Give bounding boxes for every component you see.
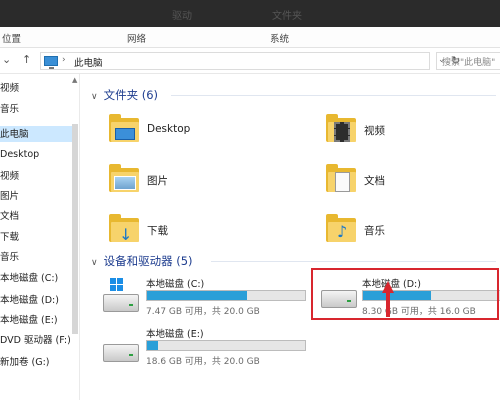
folder-pictures[interactable]: 图片 xyxy=(109,164,219,204)
drive-usage-bar xyxy=(146,290,306,301)
downloads-folder-icon: ↓ xyxy=(109,214,141,243)
sidebar-item-pictures[interactable]: 图片 xyxy=(0,188,72,204)
sidebar-item-videos[interactable]: 视频 xyxy=(0,80,72,96)
folder-label: Desktop xyxy=(147,123,191,135)
sidebar-item-drive-c[interactable]: 本地磁盘 (C:) xyxy=(0,270,72,286)
drive-usage-bar xyxy=(146,340,306,351)
search-input[interactable]: 搜索"此电脑" xyxy=(436,52,500,70)
drive-free-space: 7.47 GB 可用，共 20.0 GB xyxy=(146,307,260,317)
drive-name: 本地磁盘 (C:) xyxy=(146,279,205,290)
title-right: 文件夹 xyxy=(272,11,302,22)
sidebar-item-documents[interactable]: 文档 xyxy=(0,208,72,224)
documents-folder-icon xyxy=(326,164,358,192)
section-divider xyxy=(211,261,496,262)
collapse-chevron-icon[interactable]: ∨ xyxy=(91,92,98,102)
sidebar-item-music-2[interactable]: 音乐 xyxy=(0,249,72,265)
dropdown-icon[interactable]: ⌄ xyxy=(2,53,11,66)
sidebar-item-drive-e[interactable]: 本地磁盘 (E:) xyxy=(0,312,72,328)
music-folder-icon: ♪ xyxy=(326,214,358,242)
address-field[interactable]: › 此电脑 ⌄ ↻ xyxy=(40,52,460,70)
content-pane: ∨ 文件夹 (6) Desktop 视频 图片 文档 ↓ 下载 ♪ 音乐 ∨ 设… xyxy=(81,74,500,400)
folders-section-title: 文件夹 (6) xyxy=(103,88,159,102)
folder-music[interactable]: ♪ 音乐 xyxy=(326,214,436,254)
drive-c[interactable]: 本地磁盘 (C:) 7.47 GB 可用，共 20.0 GB xyxy=(101,274,316,318)
title-left: 驱动 xyxy=(172,11,192,22)
sidebar-item-videos-2[interactable]: 视频 xyxy=(0,168,72,184)
section-divider xyxy=(171,95,496,96)
drives-section-header[interactable]: ∨ 设备和驱动器 (5) xyxy=(91,253,193,269)
sidebar-item-dvd-f[interactable]: DVD 驱动器 (F:) xyxy=(0,332,72,348)
sidebar-item-music[interactable]: 音乐 xyxy=(0,101,72,117)
folder-label: 下载 xyxy=(147,225,168,237)
drive-free-space: 18.6 GB 可用，共 20.0 GB xyxy=(146,357,260,367)
search-placeholder: 搜索"此电脑" xyxy=(442,58,496,68)
tab-network[interactable]: 网络 xyxy=(127,31,146,45)
windows-logo-icon xyxy=(110,278,124,292)
tab-location[interactable]: 位置 xyxy=(2,31,21,45)
sidebar-item-this-pc[interactable]: 此电脑 xyxy=(0,126,72,142)
file-explorer-window: 驱动 文件夹 位置 网络 系统 ⌄ ↑ › 此电脑 ⌄ ↻ 搜索"此电脑" ▲ … xyxy=(0,0,500,400)
folder-label: 图片 xyxy=(147,175,168,187)
address-bar: ⌄ ↑ › 此电脑 ⌄ ↻ 搜索"此电脑" xyxy=(0,48,500,74)
highlight-box xyxy=(311,268,499,320)
sidebar-item-new-volume-g[interactable]: 新加卷 (G:) xyxy=(0,354,72,370)
this-pc-icon xyxy=(44,56,58,69)
collapse-chevron-icon[interactable]: ∨ xyxy=(91,258,98,268)
folder-label: 文档 xyxy=(364,175,385,187)
breadcrumb-this-pc[interactable]: 此电脑 xyxy=(74,55,103,69)
hard-drive-icon xyxy=(103,344,139,362)
folder-documents[interactable]: 文档 xyxy=(326,164,436,204)
folder-desktop[interactable]: Desktop xyxy=(109,114,219,154)
navigation-pane: ▲ 视频 音乐 此电脑 Desktop 视频 图片 文档 下载 音乐 本地磁盘 … xyxy=(0,74,80,400)
tab-system[interactable]: 系统 xyxy=(270,31,289,45)
pictures-folder-icon xyxy=(109,164,141,192)
drive-name: 本地磁盘 (E:) xyxy=(146,329,204,340)
folder-downloads[interactable]: ↓ 下载 xyxy=(109,214,219,254)
drive-usage-fill xyxy=(147,291,247,300)
ribbon-tabs: 位置 网络 系统 xyxy=(0,27,500,48)
sidebar-item-desktop[interactable]: Desktop xyxy=(0,149,72,165)
folder-label: 音乐 xyxy=(364,225,385,237)
hard-drive-icon xyxy=(103,294,139,312)
sidebar-item-downloads[interactable]: 下载 xyxy=(0,229,72,245)
up-arrow-icon[interactable]: ↑ xyxy=(22,53,31,66)
scroll-up-icon[interactable]: ▲ xyxy=(72,76,77,84)
drive-usage-fill xyxy=(147,341,159,350)
red-arrow-icon xyxy=(382,281,394,317)
sidebar-scrollbar[interactable] xyxy=(72,124,78,334)
folder-videos[interactable]: 视频 xyxy=(326,114,436,154)
drive-e[interactable]: 本地磁盘 (E:) 18.6 GB 可用，共 20.0 GB xyxy=(101,324,316,368)
drives-section-title: 设备和驱动器 (5) xyxy=(103,254,193,268)
sidebar-item-drive-d[interactable]: 本地磁盘 (D:) xyxy=(0,292,72,308)
folders-section-header[interactable]: ∨ 文件夹 (6) xyxy=(91,87,158,103)
desktop-folder-icon xyxy=(109,114,141,142)
chevron-right-icon[interactable]: › xyxy=(62,55,66,65)
folder-label: 视频 xyxy=(364,125,385,137)
videos-folder-icon xyxy=(326,114,358,142)
title-bar: 驱动 文件夹 xyxy=(0,0,500,27)
